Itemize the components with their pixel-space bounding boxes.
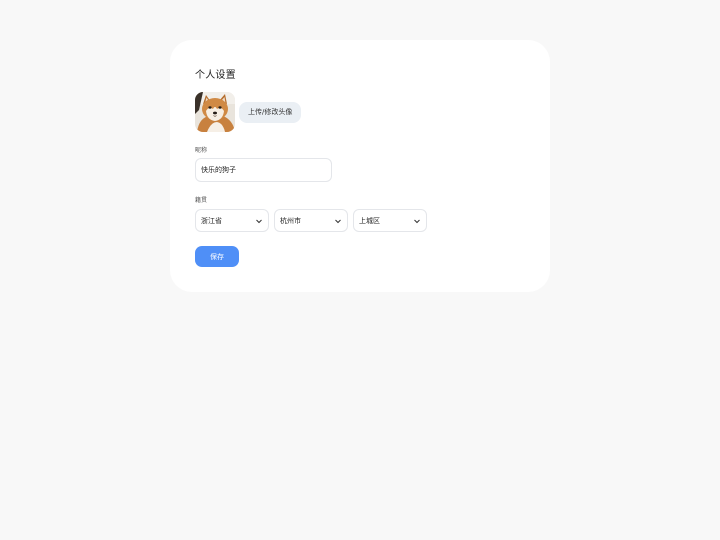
avatar-row: 上传/修改头像 bbox=[195, 92, 302, 132]
district-value: 上城区 bbox=[359, 216, 380, 225]
hometown-selects: 浙江省 杭州市 上城区 bbox=[195, 209, 432, 232]
province-select[interactable]: 浙江省 bbox=[195, 209, 269, 232]
page-title: 个人设置 bbox=[195, 70, 236, 81]
nickname-input[interactable] bbox=[195, 158, 332, 182]
avatar bbox=[195, 92, 235, 132]
chevron-down-icon bbox=[414, 219, 420, 223]
province-value: 浙江省 bbox=[201, 216, 222, 225]
upload-avatar-button[interactable]: 上传/修改头像 bbox=[239, 101, 302, 123]
profile-settings-card: 个人设置 上传/修改头像 昵称 快乐的狗子 籍贯 浙江省 杭州市 上城区 保存 bbox=[170, 40, 550, 292]
chevron-down-icon bbox=[335, 219, 341, 223]
city-value: 杭州市 bbox=[280, 216, 301, 225]
hometown-label: 籍贯 bbox=[195, 197, 208, 204]
nickname-label: 昵称 bbox=[195, 147, 208, 154]
chevron-down-icon bbox=[256, 219, 262, 223]
save-button[interactable]: 保存 bbox=[195, 246, 239, 267]
district-select[interactable]: 上城区 bbox=[353, 209, 427, 232]
city-select[interactable]: 杭州市 bbox=[274, 209, 348, 232]
